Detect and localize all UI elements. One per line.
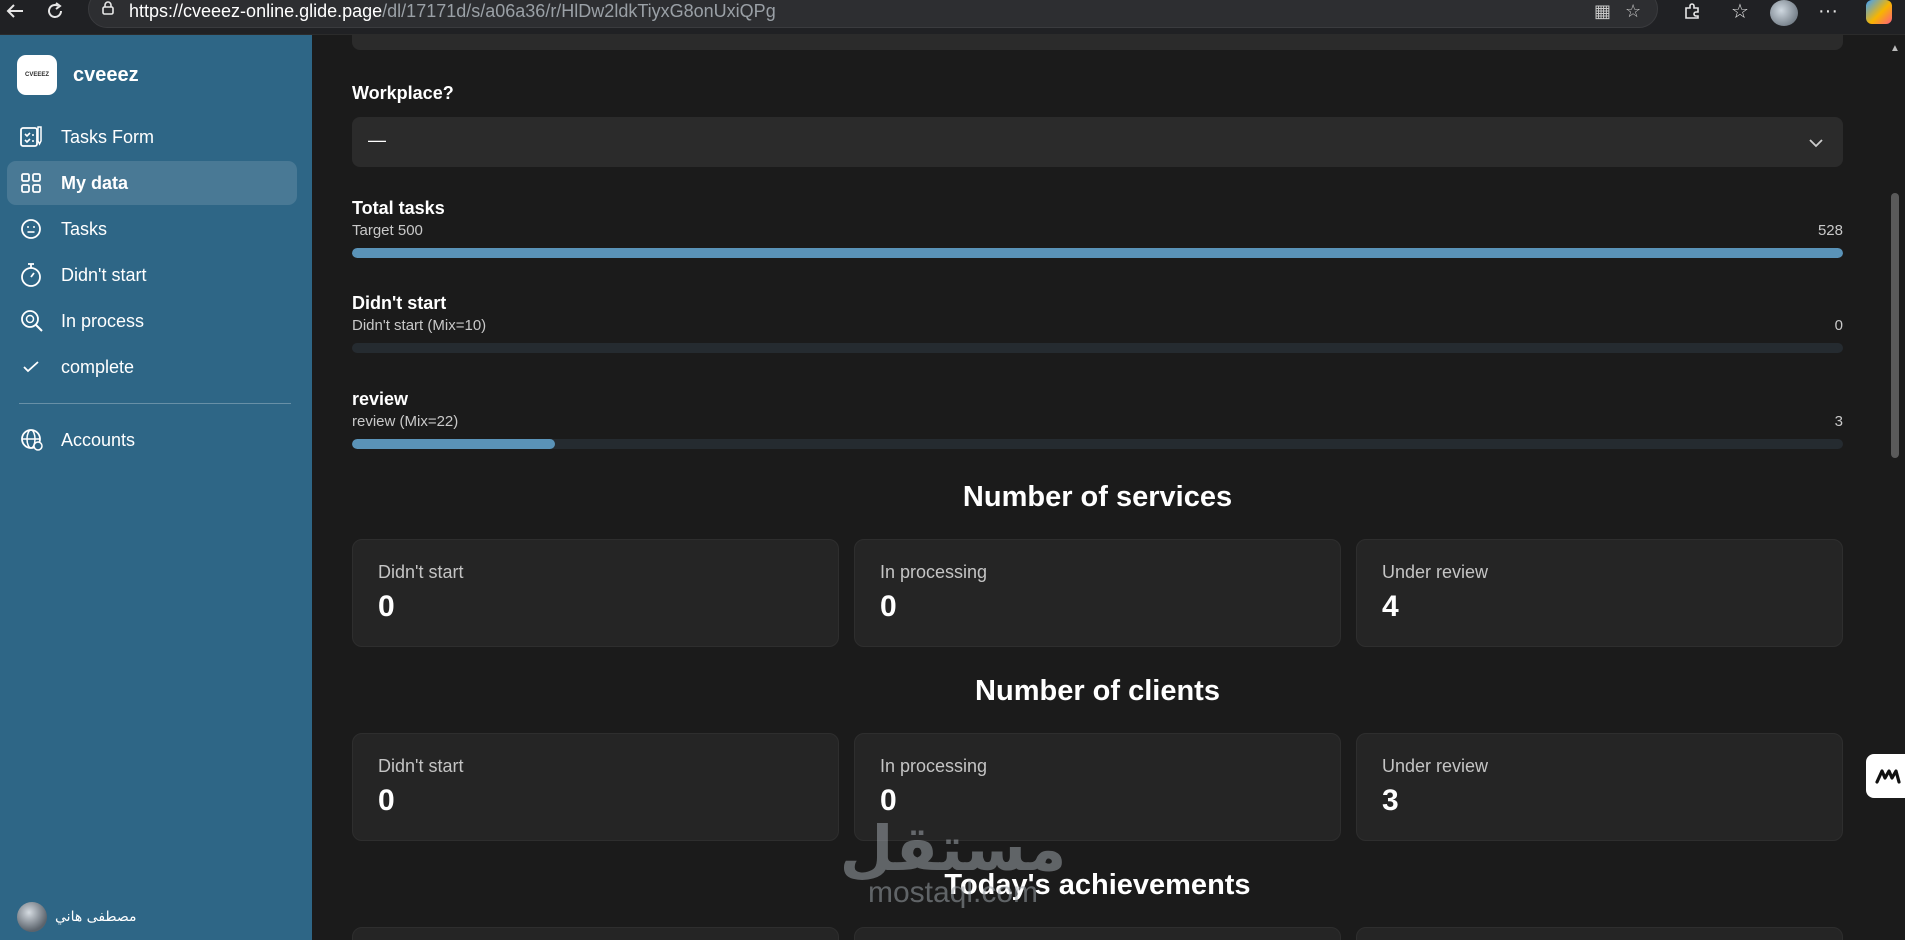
- sidebar-item-label: Tasks: [61, 218, 108, 239]
- favorite-star-icon[interactable]: ☆: [1625, 1, 1641, 22]
- user-name: مصطفى هاني: [55, 909, 137, 925]
- progress-review: review review (Mix=22) 3: [352, 389, 1843, 449]
- app-logo: CVEEEZ: [17, 55, 57, 95]
- clients-cards: Didn't start 0 In processing 0 Under rev…: [352, 733, 1843, 841]
- chevron-down-icon: [1809, 135, 1823, 153]
- copilot-icon[interactable]: [1866, 0, 1892, 24]
- progress-title: review: [352, 389, 409, 409]
- main-content: Workplace? — Total tasks Target 500 528 D…: [312, 35, 1885, 940]
- grid-icon: [19, 171, 55, 195]
- achievements-title: Today's achievements: [944, 869, 1251, 901]
- progress-fill: [352, 439, 555, 449]
- workplace-label: Workplace?: [352, 83, 454, 103]
- client-card-in-processing[interactable]: In processing 0: [854, 733, 1341, 841]
- progress-value: 0: [1834, 317, 1843, 334]
- sidebar-item-label: Didn't start: [61, 264, 147, 285]
- progress-total-tasks: Total tasks Target 500 528: [352, 198, 1843, 258]
- achievement-card[interactable]: [1356, 927, 1843, 940]
- card-value: 0: [378, 784, 395, 817]
- url-text: https://cveeez-online.glide.page/dl/1717…: [129, 1, 776, 21]
- sidebar-item-in-process[interactable]: In process: [7, 299, 297, 343]
- card-value: 0: [880, 784, 897, 817]
- sidebar-item-label: In process: [61, 310, 145, 331]
- progress-subtitle: Didn't start (Mix=10) 0: [352, 317, 1843, 334]
- sidebar-item-tasks-form[interactable]: Tasks Form: [7, 115, 297, 159]
- service-card-under-review[interactable]: Under review 4: [1356, 539, 1843, 647]
- address-bar[interactable]: https://cveeez-online.glide.page/dl/1717…: [88, 0, 1658, 28]
- browser-toolbar: https://cveeez-online.glide.page/dl/1717…: [0, 0, 1905, 35]
- avatar: [17, 902, 47, 932]
- card-label: In processing: [880, 562, 988, 582]
- card-value: 3: [1382, 784, 1399, 817]
- progress-subtitle: Target 500 528: [352, 222, 1843, 239]
- sidebar-divider: [19, 403, 291, 404]
- achievements-cards: [352, 927, 1843, 940]
- card-label: Under review: [1382, 562, 1489, 582]
- form-icon: [19, 125, 55, 149]
- card-value: 4: [1382, 590, 1399, 623]
- service-card-in-processing[interactable]: In processing 0: [854, 539, 1341, 647]
- sidebar-item-label: complete: [61, 356, 135, 377]
- sidebar: CVEEEZ cveeez Tasks Form My data Tasks D…: [0, 35, 312, 940]
- card-label: Didn't start: [378, 562, 464, 582]
- sidebar-nav: Tasks Form My data Tasks Didn't start In…: [7, 115, 297, 464]
- sidebar-item-tasks[interactable]: Tasks: [7, 207, 297, 251]
- workplace-select[interactable]: —: [352, 117, 1843, 167]
- card-label: Didn't start: [378, 756, 464, 776]
- lock-icon: [101, 1, 115, 15]
- progress-value: 3: [1834, 413, 1843, 430]
- card-value: 0: [378, 590, 395, 623]
- user-profile[interactable]: مصطفى هاني: [17, 902, 137, 932]
- progress-track: [352, 439, 1843, 449]
- scrollbar-thumb[interactable]: [1891, 193, 1899, 458]
- back-arrow-icon[interactable]: [4, 0, 26, 22]
- check-icon: [19, 355, 55, 379]
- service-card-didnt-start[interactable]: Didn't start 0: [352, 539, 839, 647]
- globe-icon: [19, 427, 55, 453]
- sidebar-item-my-data[interactable]: My data: [7, 161, 297, 205]
- stopwatch-icon: [19, 262, 55, 288]
- achievement-card[interactable]: [352, 927, 839, 940]
- progress-didnt-start: Didn't start Didn't start (Mix=10) 0: [352, 293, 1843, 353]
- app-name: cveeez: [73, 63, 139, 86]
- achievement-card[interactable]: [854, 927, 1341, 940]
- split-screen-icon[interactable]: ▦: [1594, 1, 1611, 22]
- sidebar-item-label: Accounts: [61, 429, 136, 450]
- client-card-under-review[interactable]: Under review 3: [1356, 733, 1843, 841]
- extensions-icon[interactable]: [1680, 0, 1704, 22]
- reload-icon[interactable]: [44, 0, 66, 22]
- sidebar-item-label: Tasks Form: [61, 126, 155, 147]
- scroll-up-arrow-icon[interactable]: ▲: [1890, 43, 1900, 54]
- page-scrollbar[interactable]: ▲: [1885, 35, 1905, 940]
- face-icon: [19, 217, 55, 241]
- clients-title: Number of clients: [975, 675, 1220, 707]
- progress-fill: [352, 248, 1843, 258]
- progress-value: 528: [1817, 222, 1843, 239]
- sidebar-item-label: My data: [61, 172, 129, 193]
- services-title: Number of services: [962, 481, 1233, 513]
- card-value: 0: [880, 590, 897, 623]
- search-icon: [19, 308, 55, 334]
- progress-track: [352, 343, 1843, 353]
- progress-track: [352, 248, 1843, 258]
- brand[interactable]: CVEEEZ cveeez: [17, 55, 139, 95]
- sidebar-item-didnt-start[interactable]: Didn't start: [7, 253, 297, 297]
- workplace-value: —: [368, 130, 386, 150]
- sidebar-item-accounts[interactable]: Accounts: [7, 418, 297, 462]
- progress-title: Didn't start: [352, 293, 447, 313]
- glide-badge-button[interactable]: [1866, 754, 1905, 798]
- progress-subtitle: review (Mix=22) 3: [352, 413, 1843, 430]
- previous-field[interactable]: [352, 35, 1843, 50]
- more-menu-icon[interactable]: ···: [1816, 0, 1840, 22]
- card-label: In processing: [880, 756, 988, 776]
- client-card-didnt-start[interactable]: Didn't start 0: [352, 733, 839, 841]
- sidebar-item-complete[interactable]: complete: [7, 345, 297, 389]
- profile-avatar[interactable]: [1770, 0, 1798, 26]
- card-label: Under review: [1382, 756, 1489, 776]
- services-cards: Didn't start 0 In processing 0 Under rev…: [352, 539, 1843, 647]
- progress-title: Total tasks: [352, 198, 445, 218]
- favorites-icon[interactable]: ☆: [1728, 0, 1752, 23]
